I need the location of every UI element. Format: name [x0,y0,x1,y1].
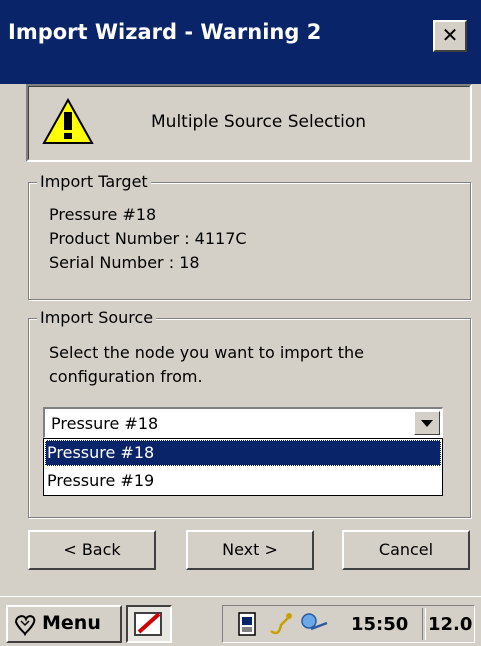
start-menu-label: Menu [42,612,101,634]
source-node-dropdown-list: Pressure #18 Pressure #19 [43,438,443,496]
target-serial-number: Serial Number : 18 [49,253,200,272]
target-product-number: Product Number : 4117C [49,229,247,248]
back-button[interactable]: < Back [28,530,156,570]
dropdown-option-pressure-18[interactable]: Pressure #18 [45,440,441,466]
import-wizard-window: Import Wizard - Warning 2 ✕ Multiple Sou… [0,0,481,596]
dropdown-toggle-button[interactable] [414,411,440,435]
warning-title: Multiple Source Selection [151,112,367,132]
system-tray: 15:50 12.0 [222,605,475,643]
window-title: Import Wizard - Warning 2 [8,20,322,44]
start-menu-button[interactable]: Menu [6,605,122,643]
connection-icon[interactable] [267,611,293,637]
cancel-button[interactable]: Cancel [342,530,470,570]
title-bar: Import Wizard - Warning 2 ✕ [0,0,481,84]
target-name: Pressure #18 [49,205,157,224]
taskbar: Menu 15:50 12.0 [0,596,481,646]
source-instruction-line2: configuration from. [49,367,203,386]
import-source-label: Import Source [37,308,157,327]
combobox-value: Pressure #18 [51,414,159,433]
source-instruction-line1: Select the node you want to import the [49,343,364,362]
close-button[interactable]: ✕ [433,20,467,52]
import-target-label: Import Target [37,172,151,191]
clock: 15:50 [351,614,409,635]
warning-icon [42,98,94,144]
dropdown-option-pressure-19[interactable]: Pressure #19 [45,468,441,494]
taskbar-app-button[interactable] [126,605,172,643]
chevron-down-icon [421,420,433,427]
import-source-group: Import Source Select the node you want t… [28,308,471,518]
network-icon[interactable] [299,611,329,637]
sim-card-icon[interactable] [237,611,257,637]
start-menu-icon [14,615,36,636]
app-edit-icon [134,612,162,636]
tray-extra-value: 12.0 [428,614,473,635]
import-target-group: Import Target Pressure #18 Product Numbe… [28,172,471,300]
next-button[interactable]: Next > [186,530,314,570]
warning-banner: Multiple Source Selection [26,84,472,162]
source-node-combobox[interactable]: Pressure #18 [43,407,443,438]
